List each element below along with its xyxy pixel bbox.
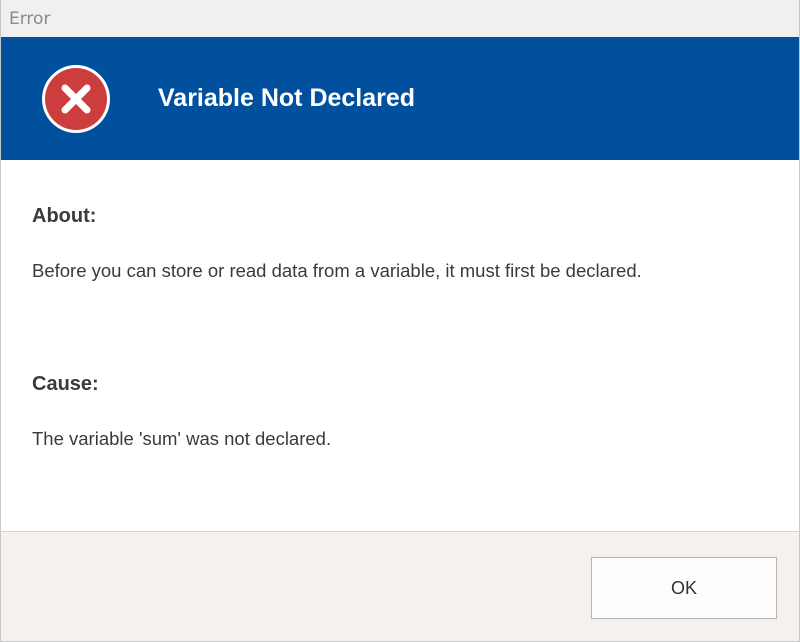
window-title: Error xyxy=(9,8,51,29)
title-bar[interactable]: Error xyxy=(1,0,799,37)
error-icon-graphic xyxy=(42,64,110,133)
about-text: Before you can store or read data from a… xyxy=(32,260,642,281)
cause-heading: Cause: xyxy=(32,373,99,395)
error-title: Variable Not Declared xyxy=(158,84,416,112)
error-x-circle-icon xyxy=(40,63,112,135)
ok-button[interactable]: OK xyxy=(591,557,777,619)
about-heading: About: xyxy=(32,205,97,227)
cause-text: The variable 'sum' was not declared. xyxy=(32,428,332,449)
error-banner: Variable Not Declared xyxy=(1,37,799,160)
error-dialog: Error Variable Not Declared About: Befor… xyxy=(0,0,800,642)
dialog-footer: OK xyxy=(1,531,799,641)
error-details: About: Before you can store or read data… xyxy=(1,160,799,531)
